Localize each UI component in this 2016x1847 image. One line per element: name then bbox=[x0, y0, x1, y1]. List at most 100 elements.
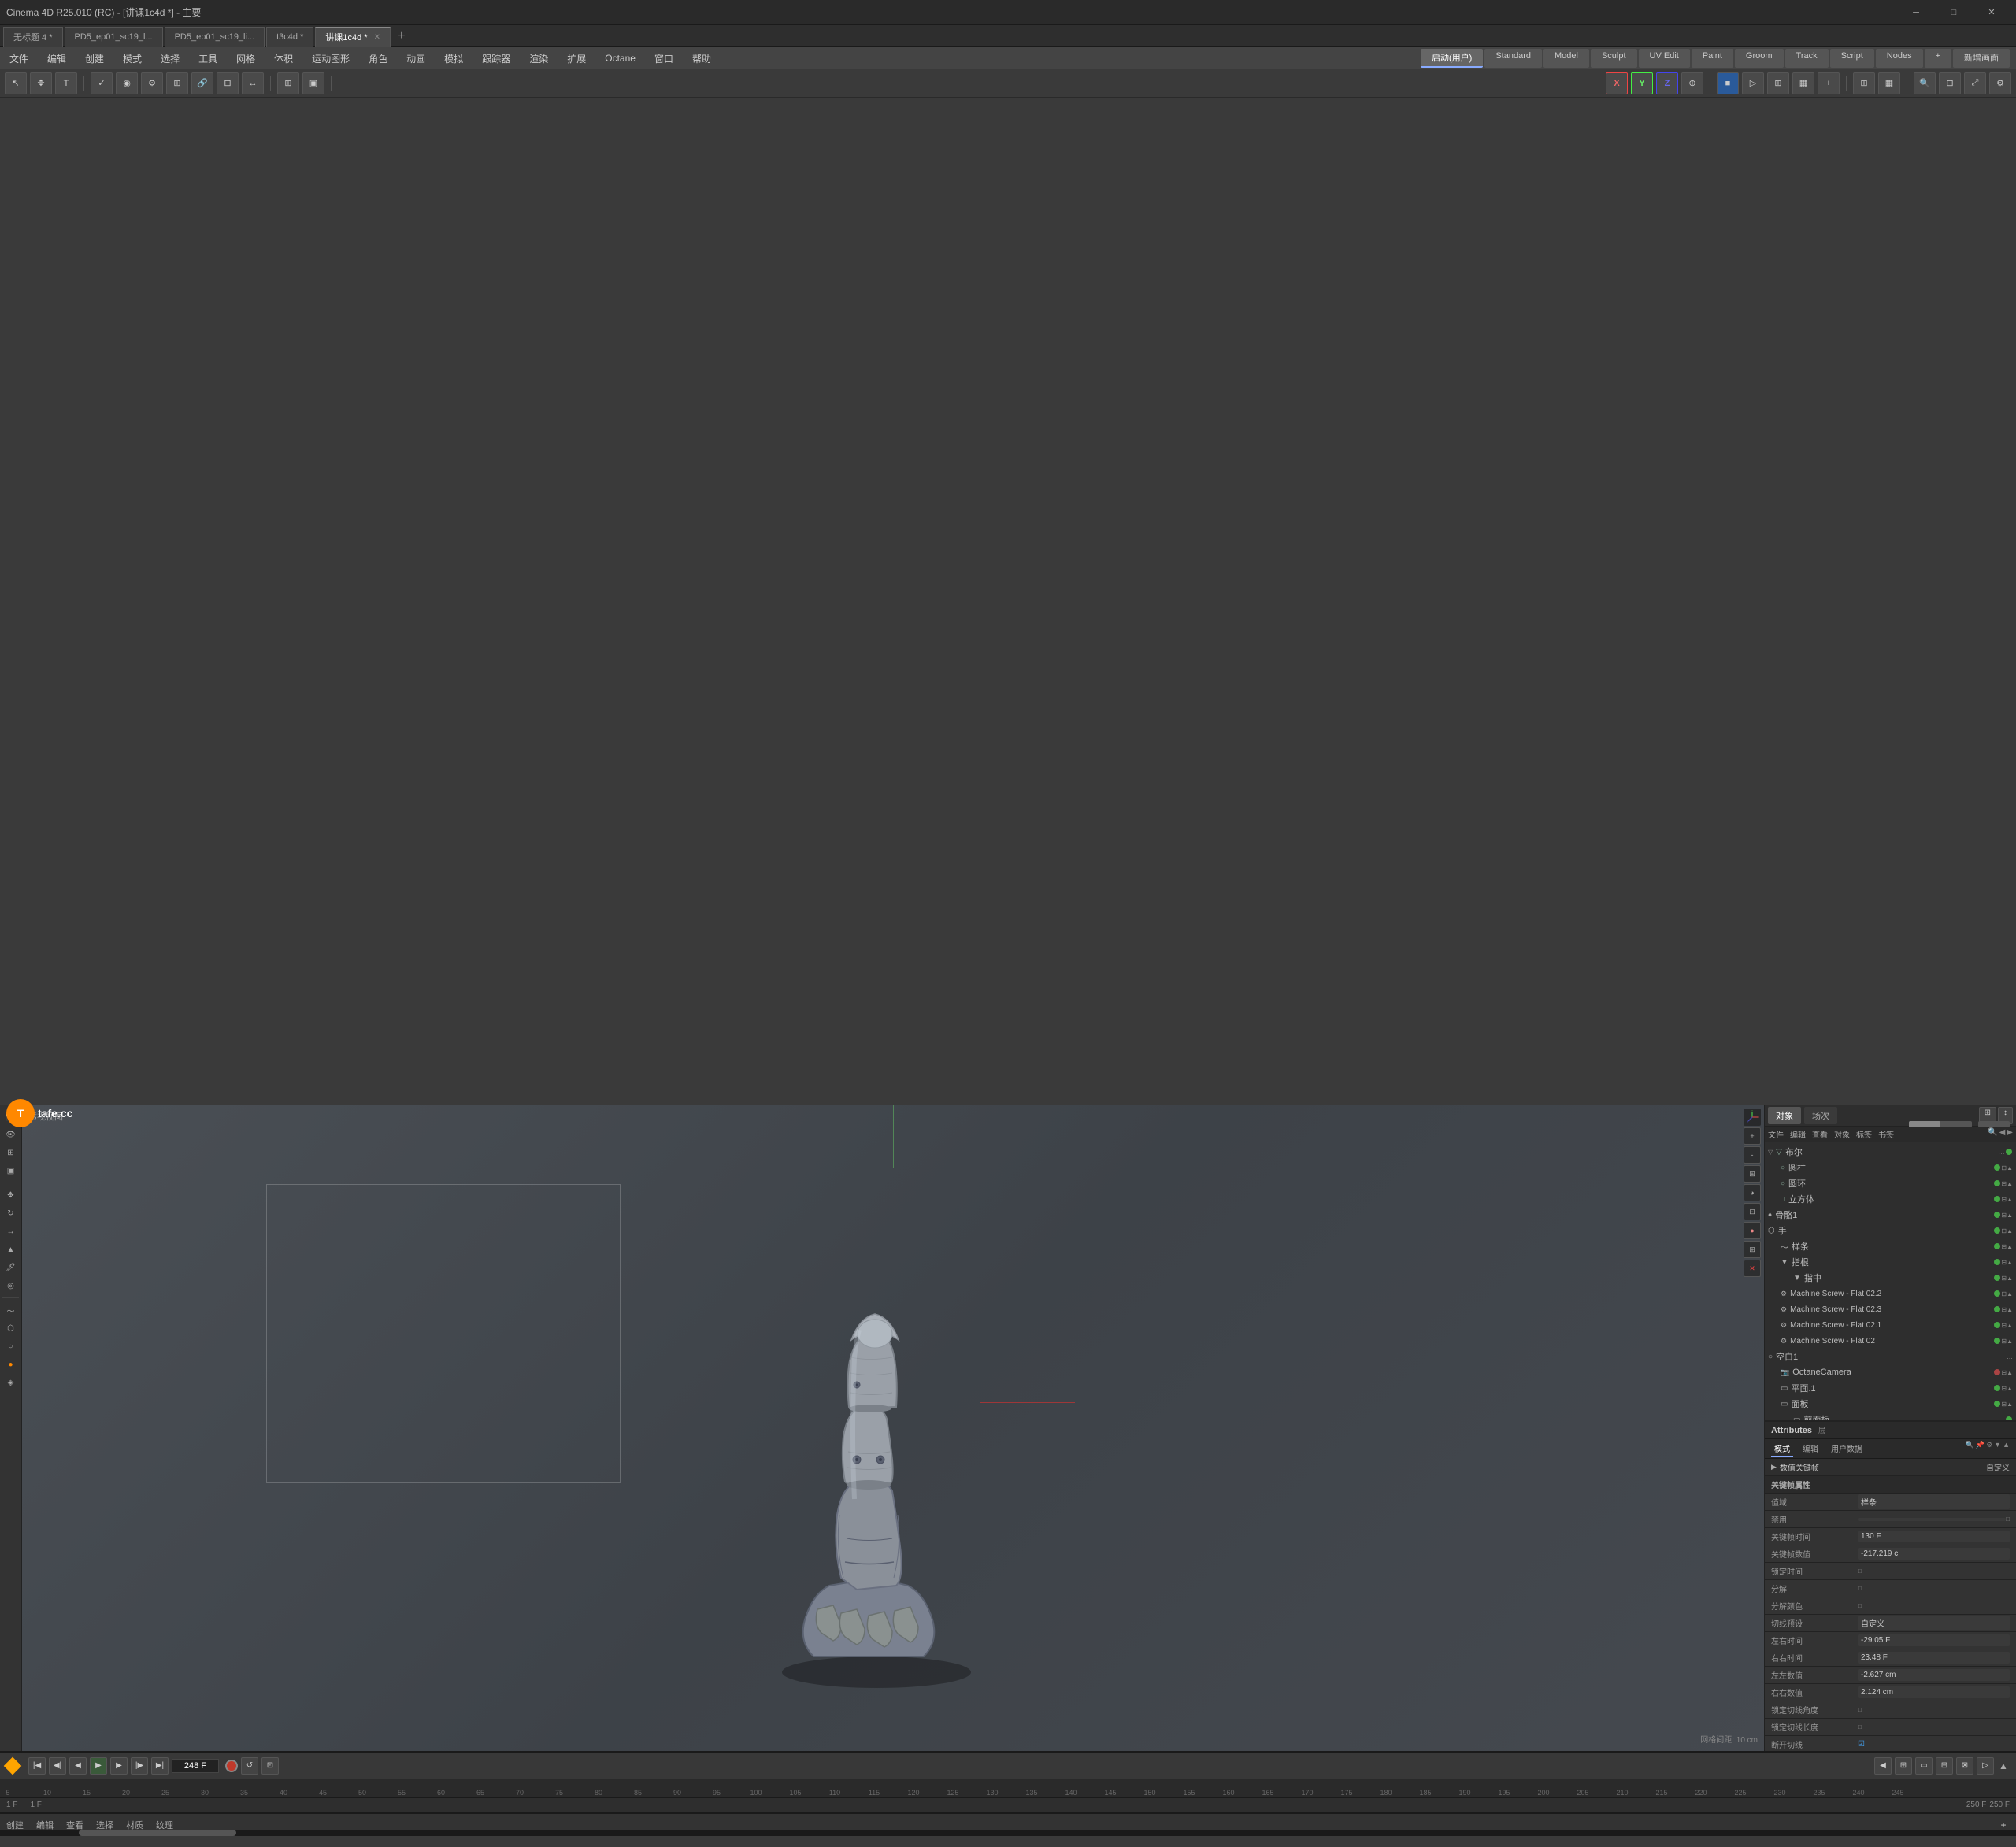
workspace-track[interactable]: Track bbox=[1785, 49, 1829, 68]
menu-character[interactable]: 角色 bbox=[365, 50, 391, 67]
attr-value-left-time[interactable]: -29.05 F bbox=[1858, 1634, 2010, 1646]
menu-tracker[interactable]: 跟踪器 bbox=[479, 50, 513, 67]
goto-end-button[interactable]: ▶| bbox=[151, 1757, 169, 1775]
attr-tab-edit[interactable]: 编辑 bbox=[1799, 1441, 1821, 1457]
attr-value-left-val[interactable]: -2.627 cm bbox=[1858, 1669, 2010, 1681]
toolbar-constraint[interactable]: ⊞ bbox=[166, 72, 188, 94]
tab-2[interactable]: PD5_ep01_sc19_li... bbox=[165, 27, 265, 47]
kf-scrollbar-thumb[interactable] bbox=[79, 1830, 236, 1836]
vp-shade[interactable]: ◕ bbox=[1744, 1184, 1761, 1201]
toolbar-search[interactable]: 🔍 bbox=[1914, 72, 1936, 94]
workspace-script[interactable]: Script bbox=[1830, 49, 1874, 68]
sidebar-icon-panel[interactable]: ▣ bbox=[3, 1163, 19, 1179]
tree-item-screw-021[interactable]: ⚙ Machine Screw - Flat 02.1 ⊟ ▲ bbox=[1765, 1317, 2016, 1333]
vp-fit[interactable]: ⊞ bbox=[1744, 1165, 1761, 1183]
toolbar-enable[interactable]: ✓ bbox=[91, 72, 113, 94]
goto-start-button[interactable]: |◀ bbox=[28, 1757, 46, 1775]
sidebar-icon-rotate[interactable]: ↻ bbox=[3, 1205, 19, 1221]
toolbar-render-all[interactable]: ⊞ bbox=[1767, 72, 1789, 94]
toolbar-quad[interactable]: ⊞ bbox=[1853, 72, 1875, 94]
menu-file[interactable]: 文件 bbox=[6, 50, 32, 67]
subtab-search[interactable]: 🔍 bbox=[1988, 1128, 1997, 1140]
tab-0[interactable]: 无标题 4 * bbox=[3, 27, 63, 47]
subtab-object[interactable]: 对象 bbox=[1834, 1128, 1850, 1140]
subtab-tag[interactable]: 标签 bbox=[1856, 1128, 1872, 1140]
step-back-button[interactable]: ◀| bbox=[49, 1757, 66, 1775]
menu-render[interactable]: 渲染 bbox=[526, 50, 551, 67]
attr-value-kf-time[interactable]: 130 F bbox=[1858, 1531, 2010, 1542]
workspace-groom[interactable]: Groom bbox=[1735, 49, 1784, 68]
add-tab-button[interactable]: + bbox=[392, 27, 411, 46]
zoom-scrollbar[interactable] bbox=[1909, 1121, 1972, 1127]
tree-item-boolean[interactable]: ▽ ▽ 布尔 … bbox=[1765, 1144, 2016, 1160]
workspace-paint[interactable]: Paint bbox=[1692, 49, 1733, 68]
attr-value-kf-val[interactable]: -217.219 c bbox=[1858, 1548, 2010, 1560]
attr-value-tangent-preset[interactable]: 自定义 bbox=[1858, 1616, 2010, 1630]
attr-value-right-val[interactable]: 2.124 cm bbox=[1858, 1686, 2010, 1698]
tree-item-finger-mid[interactable]: ▼ 指中 ⊟ ▲ bbox=[1765, 1270, 2016, 1286]
menu-mode[interactable]: 模式 bbox=[120, 50, 145, 67]
menu-extend[interactable]: 扩展 bbox=[564, 50, 589, 67]
sidebar-icon-sculpt[interactable]: ◎ bbox=[3, 1278, 19, 1294]
toolbar-render-region[interactable]: ▦ bbox=[1792, 72, 1814, 94]
toolbar-add-render[interactable]: + bbox=[1818, 72, 1840, 94]
tab-close-icon[interactable]: ✕ bbox=[374, 33, 380, 42]
toolbar-viewport-layout[interactable]: ▦ bbox=[1878, 72, 1900, 94]
menu-window[interactable]: 窗口 bbox=[651, 50, 676, 67]
tree-item-joint[interactable]: ♦ 骨骼1 ⊟ ▲ bbox=[1765, 1207, 2016, 1223]
workspace-sculpt[interactable]: Sculpt bbox=[1591, 49, 1637, 68]
tree-item-plane[interactable]: ▭ 平面.1 ⊟ ▲ bbox=[1765, 1380, 2016, 1396]
menu-create[interactable]: 创建 bbox=[82, 50, 107, 67]
toolbar-grid[interactable]: ⊞ bbox=[277, 72, 299, 94]
menu-mesh[interactable]: 网格 bbox=[233, 50, 258, 67]
tree-item-cube[interactable]: □ 立方体 ⊟ ▲ bbox=[1765, 1191, 2016, 1207]
subtab-bookmark[interactable]: 书签 bbox=[1878, 1128, 1894, 1140]
toolbar-view[interactable]: ▣ bbox=[302, 72, 324, 94]
toolbar-settings2[interactable]: ⚙ bbox=[1989, 72, 2011, 94]
subtab-expand[interactable]: ▶ bbox=[2007, 1128, 2013, 1140]
sidebar-icon-paint[interactable]: 🖊 bbox=[3, 1260, 19, 1275]
attr-pin[interactable]: 📌 bbox=[1976, 1441, 1984, 1457]
sidebar-icon-scale[interactable]: ↔ bbox=[3, 1223, 19, 1239]
step-forward-button[interactable]: |▶ bbox=[131, 1757, 148, 1775]
tab-1[interactable]: PD5_ep01_sc19_l... bbox=[65, 27, 163, 47]
vp-zoom-in[interactable]: + bbox=[1744, 1127, 1761, 1145]
tree-item-panel[interactable]: ▭ 面板 ⊟ ▲ bbox=[1765, 1396, 2016, 1412]
sidebar-icon-material[interactable]: ◈ bbox=[3, 1375, 19, 1390]
toolbar-expand[interactable]: ⤢ bbox=[1964, 72, 1986, 94]
tree-item-hand[interactable]: ⬡ 手 ⊟ ▲ bbox=[1765, 1223, 2016, 1238]
subtab-edit[interactable]: 编辑 bbox=[1790, 1128, 1806, 1140]
toolbar-right-panel[interactable]: ⊟ bbox=[1939, 72, 1961, 94]
vp-toggle[interactable]: ⊞ bbox=[1744, 1241, 1761, 1258]
toolbar-render-active[interactable]: ▷ bbox=[1742, 72, 1764, 94]
panel-tab-scene[interactable]: 场次 bbox=[1804, 1107, 1837, 1124]
tree-item-finger-root[interactable]: ▼ 指根 ⊟ ▲ bbox=[1765, 1254, 2016, 1270]
toolbar-display[interactable]: ◉ bbox=[116, 72, 138, 94]
tree-item-screw-022[interactable]: ⚙ Machine Screw - Flat 02.2 ⊟ ▲ bbox=[1765, 1286, 2016, 1301]
toolbar-text[interactable]: T bbox=[55, 72, 77, 94]
attr-search[interactable]: 🔍 bbox=[1966, 1441, 1974, 1457]
record-button[interactable] bbox=[225, 1760, 238, 1772]
tree-item-spline[interactable]: 〜 样条 ⊟ ▲ bbox=[1765, 1238, 2016, 1254]
panel-tab-object[interactable]: 对象 bbox=[1768, 1107, 1801, 1124]
sidebar-icon-filter[interactable]: ⊞ bbox=[3, 1145, 19, 1160]
close-button[interactable]: ✕ bbox=[1973, 1, 2010, 24]
next-keyframe-button[interactable]: ▶ bbox=[110, 1757, 128, 1775]
tree-item-screw-02[interactable]: ⚙ Machine Screw - Flat 02 ⊟ ▲ bbox=[1765, 1333, 2016, 1349]
toolbar-axis-x[interactable]: X bbox=[1606, 72, 1628, 94]
toolbar-world[interactable]: ⊕ bbox=[1681, 72, 1703, 94]
timeline-btn-5[interactable]: ⊠ bbox=[1956, 1757, 1973, 1775]
tree-item-octane-camera[interactable]: 📷 OctaneCamera ⊟ ▲ bbox=[1765, 1364, 2016, 1380]
vp-zoom-out[interactable]: - bbox=[1744, 1146, 1761, 1164]
menu-edit[interactable]: 编辑 bbox=[44, 50, 69, 67]
subtab-collapse[interactable]: ◀ bbox=[1999, 1128, 2006, 1140]
attr-tab-mode[interactable]: 模式 bbox=[1771, 1441, 1793, 1457]
toolbar-move[interactable]: ✥ bbox=[30, 72, 52, 94]
toolbar-render-view[interactable]: ■ bbox=[1717, 72, 1739, 94]
timeline-btn-1[interactable]: ◀ bbox=[1874, 1757, 1892, 1775]
timeline-scrollbar-2[interactable] bbox=[1978, 1121, 2010, 1127]
menu-help[interactable]: 帮助 bbox=[689, 50, 714, 67]
sidebar-icon-spline[interactable]: 〜 bbox=[3, 1302, 19, 1318]
viewport[interactable]: 透视视图 bbox=[22, 1105, 1764, 1751]
sidebar-icon-color[interactable]: ● bbox=[3, 1357, 19, 1372]
